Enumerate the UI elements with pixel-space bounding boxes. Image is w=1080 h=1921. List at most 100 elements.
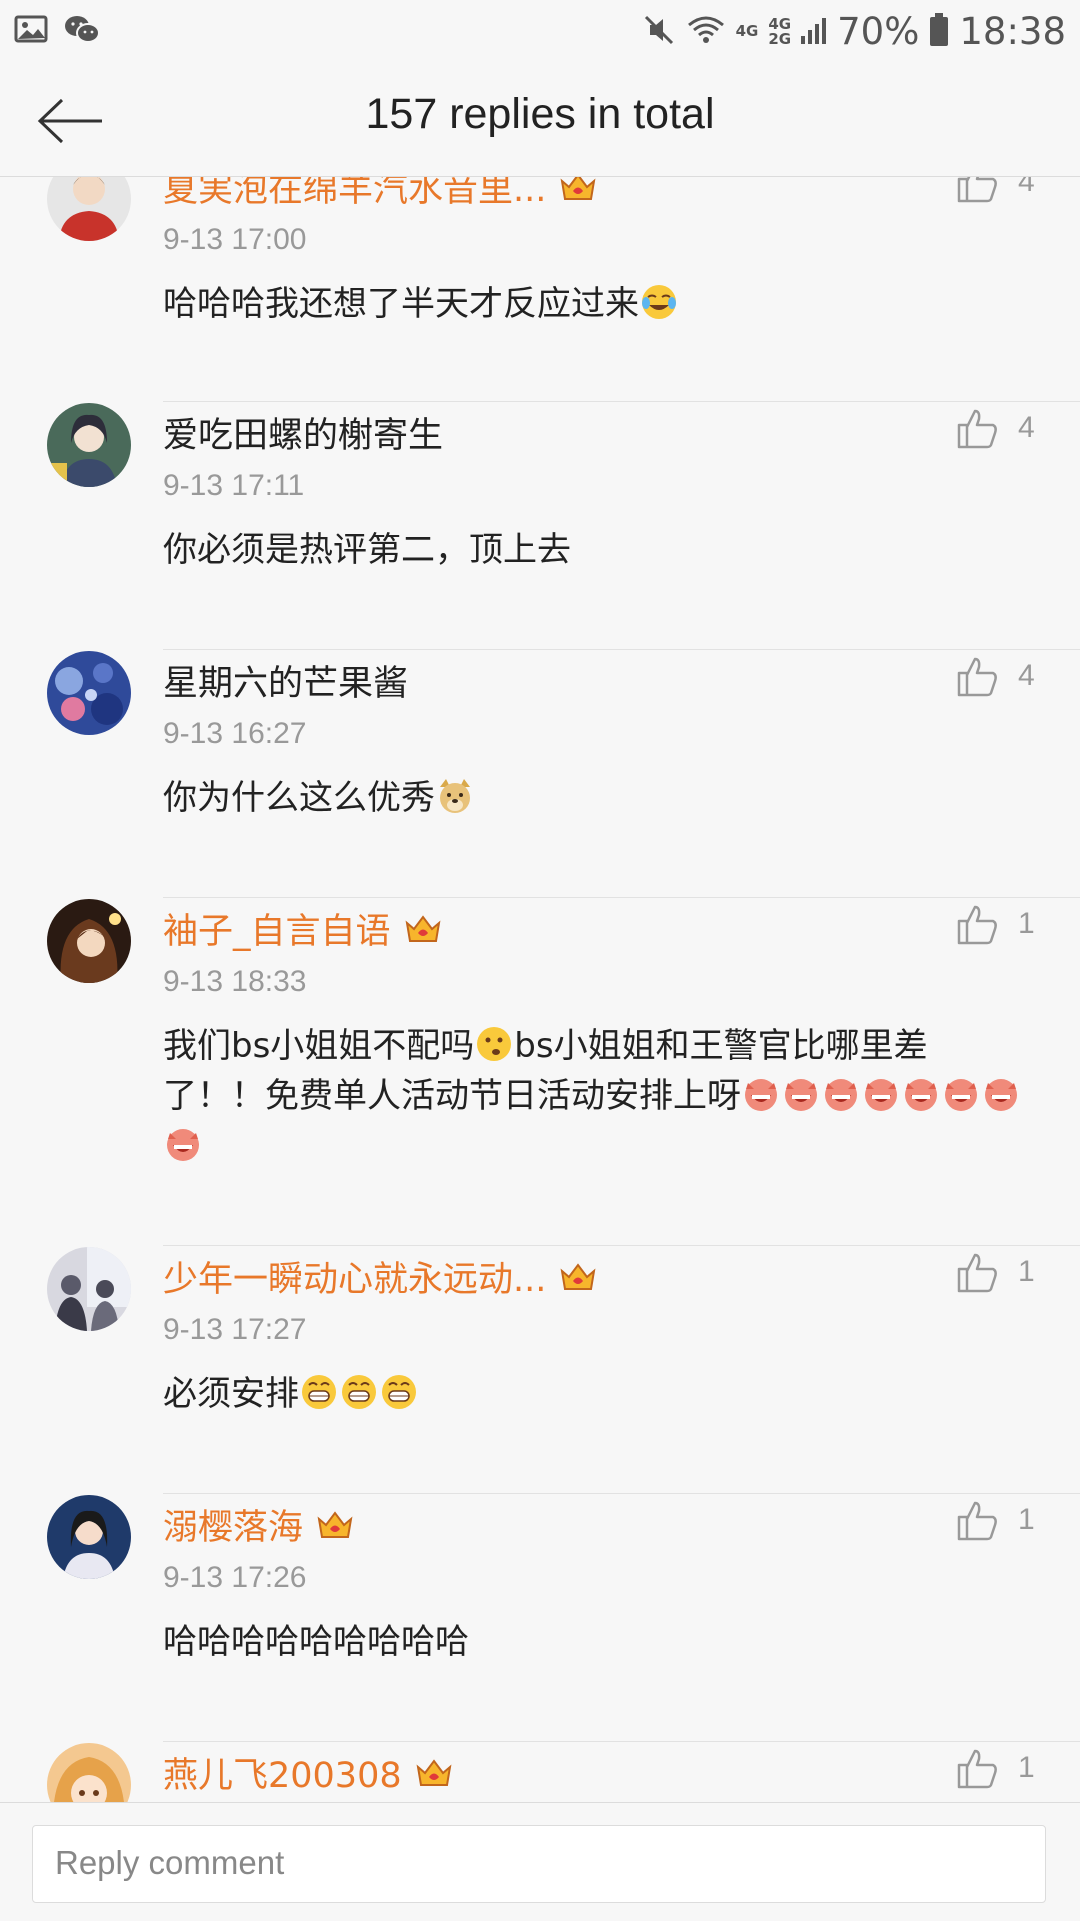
avatar[interactable] xyxy=(47,1743,131,1802)
like-button[interactable] xyxy=(955,1747,999,1791)
comment-text-body: 哈哈哈我还想了半天才反应过来 xyxy=(163,284,639,324)
like-count: 1 xyxy=(1018,1751,1035,1784)
thinking-emoji-icon xyxy=(477,1027,512,1061)
doge-emoji-icon xyxy=(440,779,470,813)
grin-emoji-icon xyxy=(302,1375,336,1409)
thumbs-up-icon xyxy=(957,409,997,449)
comment-item: 星期六的芒果酱 9-13 16:27 你为什么这么优秀 4 xyxy=(0,651,1080,873)
comment-author[interactable]: 袖子_自言自语 xyxy=(163,903,443,954)
vip-crown-icon xyxy=(560,177,596,200)
network-4g-label: 4G xyxy=(735,22,759,40)
author-name[interactable]: 星期六的芒果酱 xyxy=(163,655,408,706)
avatar[interactable] xyxy=(47,651,131,735)
divider xyxy=(163,649,1080,650)
like-count: 1 xyxy=(1018,1503,1035,1536)
comment-text: 必须安排 xyxy=(163,1369,1023,1419)
pig-emoji-icon xyxy=(985,1079,1017,1111)
network-stack: 4G 2G xyxy=(768,16,792,48)
thumbs-up-icon xyxy=(957,1253,997,1293)
comment-time: 9-13 18:33 xyxy=(163,965,307,998)
comment-author[interactable]: 爱吃田螺的榭寄生 xyxy=(163,407,443,458)
battery-icon xyxy=(929,12,949,51)
comment-time: 9-13 17:26 xyxy=(163,1561,307,1594)
comment-text: 哈哈哈哈哈哈哈哈哈 xyxy=(163,1617,1023,1667)
comment-list[interactable]: 夏実泡在绵羊汽水音里... 9-13 17:00 哈哈哈我还想了半天才反应过来 … xyxy=(0,177,1080,1802)
comment-text-body: 必须安排 xyxy=(163,1374,299,1414)
comment-text-body: 哈哈哈哈哈哈哈哈哈 xyxy=(163,1622,469,1662)
avatar[interactable] xyxy=(47,177,131,241)
pig-emoji-icon xyxy=(905,1079,937,1111)
thumbs-up-icon xyxy=(957,1501,997,1541)
header: 157 replies in total xyxy=(0,66,1080,177)
comment-item: 夏実泡在绵羊汽水音里... 9-13 17:00 哈哈哈我还想了半天才反应过来 … xyxy=(0,177,1080,357)
comment-text: 哈哈哈我还想了半天才反应过来 xyxy=(163,279,1023,329)
comment-author[interactable]: 溺樱落海 xyxy=(163,1499,355,1550)
comment-time: 9-13 16:27 xyxy=(163,717,307,750)
like-button[interactable] xyxy=(955,1499,999,1543)
vip-crown-icon xyxy=(560,1262,596,1290)
comment-item: 袖子_自言自语 9-13 18:33 我们bs小姐姐不配吗 bs小姐姐和王警官比哪… xyxy=(0,899,1080,1221)
comment-text: 我们bs小姐姐不配吗 bs小姐姐和王警官比哪里差了！！免费单人活动节日活动安排上呀 xyxy=(163,1021,1023,1171)
vip-crown-icon xyxy=(416,1758,452,1786)
comment-text: 你为什么这么优秀 xyxy=(163,773,1023,823)
author-name[interactable]: 燕儿飞200308 xyxy=(163,1747,402,1798)
thumbs-up-icon xyxy=(957,177,997,203)
pig-emoji-icon xyxy=(945,1079,977,1111)
page-title: 157 replies in total xyxy=(365,90,715,138)
pig-emoji-icon xyxy=(785,1079,817,1111)
comment-author[interactable]: 燕儿飞200308 xyxy=(163,1747,454,1798)
author-name[interactable]: 夏実泡在绵羊汽水音里... xyxy=(163,177,546,212)
comment-text-body: 你为什么这么优秀 xyxy=(163,778,435,818)
like-button[interactable] xyxy=(955,655,999,699)
vip-crown-icon xyxy=(405,914,440,942)
pig-emoji-icon xyxy=(865,1079,897,1111)
grin-emoji-icon xyxy=(382,1375,416,1409)
author-name[interactable]: 溺樱落海 xyxy=(163,1499,303,1550)
author-name[interactable]: 袖子_自言自语 xyxy=(163,903,391,954)
divider xyxy=(163,401,1080,402)
thumbs-up-icon xyxy=(957,1749,997,1789)
like-button[interactable] xyxy=(955,1251,999,1295)
comment-time: 9-13 17:00 xyxy=(163,223,307,256)
like-count: 1 xyxy=(1018,907,1035,940)
pig-emoji-icon xyxy=(167,1129,199,1161)
network-2g-label: 2G xyxy=(768,29,792,48)
like-button[interactable] xyxy=(955,903,999,947)
avatar[interactable] xyxy=(47,403,131,487)
avatar[interactable] xyxy=(47,899,131,983)
wifi-icon xyxy=(686,13,726,51)
avatar[interactable] xyxy=(47,1247,131,1331)
comment-item: 溺樱落海 9-13 17:26 哈哈哈哈哈哈哈哈哈 1 xyxy=(0,1495,1080,1717)
comment-item: 少年一瞬动心就永远动... 9-13 17:27 必须安排 1 xyxy=(0,1247,1080,1469)
thumbs-up-icon xyxy=(957,905,997,945)
reply-comment-input[interactable]: Reply comment xyxy=(32,1825,1046,1903)
author-name[interactable]: 爱吃田螺的榭寄生 xyxy=(163,407,443,458)
avatar[interactable] xyxy=(47,1495,131,1579)
reply-bar: Reply comment xyxy=(0,1802,1080,1921)
comment-author[interactable]: 少年一瞬动心就永远动... xyxy=(163,1251,598,1302)
like-button[interactable] xyxy=(955,407,999,451)
comment-author[interactable]: 星期六的芒果酱 xyxy=(163,655,408,706)
like-button[interactable] xyxy=(955,177,999,205)
pig-emoji-icon xyxy=(825,1079,857,1111)
thumbs-up-icon xyxy=(957,657,997,697)
comment-item: 爱吃田螺的榭寄生 9-13 17:11 你必须是热评第二，顶上去 4 xyxy=(0,403,1080,625)
like-count: 1 xyxy=(1018,1255,1035,1288)
mute-icon xyxy=(642,13,676,51)
comment-time: 9-13 17:27 xyxy=(163,1313,307,1346)
comment-text-body: 你必须是热评第二，顶上去 xyxy=(163,530,571,570)
comment-item: 燕儿飞200308 1 xyxy=(0,1743,1080,1802)
author-name[interactable]: 少年一瞬动心就永远动... xyxy=(163,1251,546,1302)
comment-author[interactable]: 夏実泡在绵羊汽水音里... xyxy=(163,177,598,212)
comment-text: 你必须是热评第二，顶上去 xyxy=(163,525,1023,575)
gallery-icon xyxy=(14,14,48,50)
wechat-icon xyxy=(64,14,100,50)
divider xyxy=(163,1493,1080,1494)
signal-icon xyxy=(801,16,827,48)
status-bar: 4G 4G 2G 70% 18:38 xyxy=(0,0,1080,66)
like-count: 4 xyxy=(1018,659,1035,692)
laugh-cry-emoji-icon xyxy=(642,285,676,319)
grin-emoji-icon xyxy=(342,1375,376,1409)
like-count: 4 xyxy=(1018,411,1035,444)
divider xyxy=(163,1741,1080,1742)
